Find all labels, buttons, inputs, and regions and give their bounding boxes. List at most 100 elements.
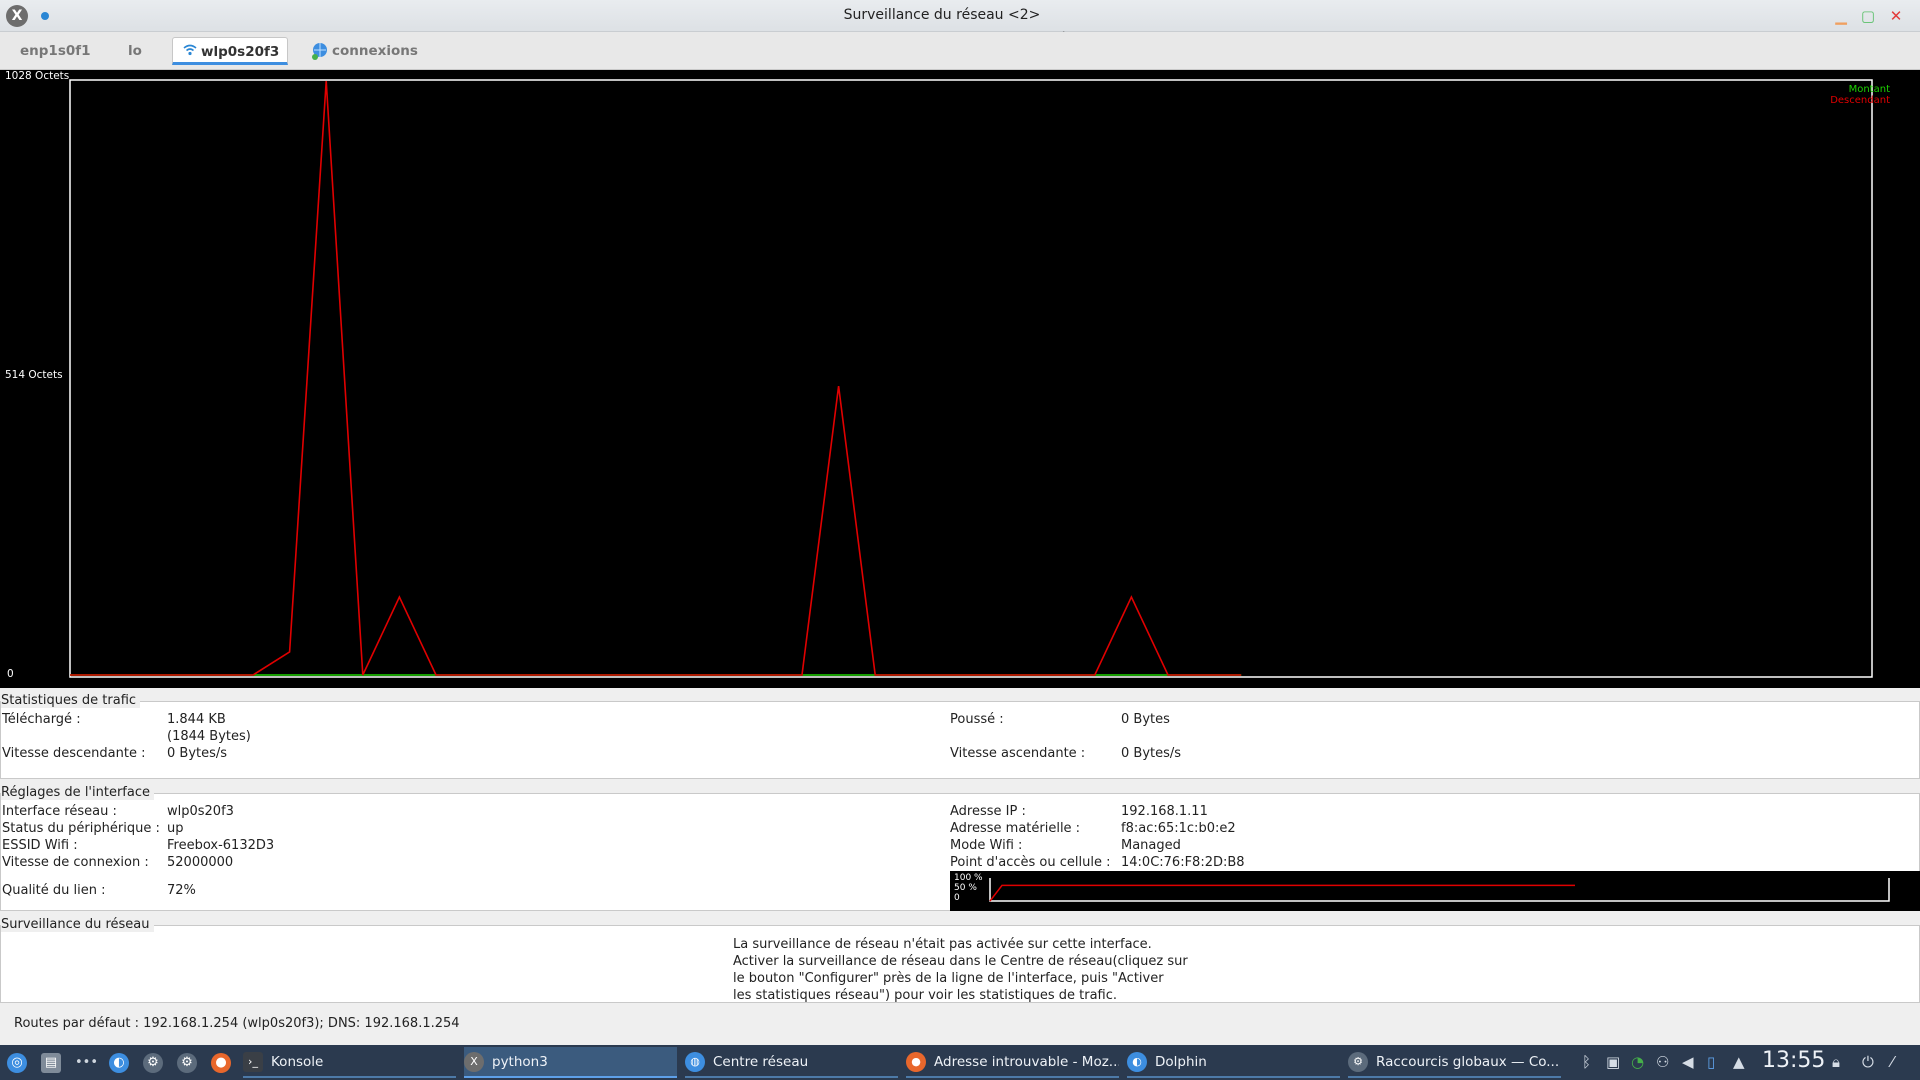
monitoring-line-2: Activer la surveillance de réseau dans l… (733, 954, 1188, 969)
wifi-mode-label: Mode Wifi : (950, 838, 1023, 853)
pushed-label: Poussé : (950, 712, 1004, 727)
monitoring-title: Surveillance du réseau (1, 917, 154, 932)
legend-up: Montant (1848, 84, 1890, 95)
tab-lo[interactable]: lo (118, 37, 152, 65)
mini-frame (989, 878, 1890, 902)
task-firefox[interactable]: ● Adresse introuvable - Moz... (906, 1047, 1119, 1078)
taskbar: ◎ ▤ ••• ◐ ⚙ ⚙ ● ›_ Konsole Xpython3 ◍ Cent… (0, 1045, 1920, 1080)
show-desktop-icon[interactable]: ⁄ (1891, 1053, 1894, 1071)
clock[interactable]: 13:55 (1762, 1048, 1825, 1073)
essid-value: Freebox-6132D3 (167, 838, 275, 853)
access-point-label: Point d'accès ou cellule : (950, 855, 1111, 870)
wifi-tray-icon[interactable]: ◔ (1631, 1053, 1644, 1071)
network-center-icon: ◍ (685, 1052, 705, 1072)
task-python3[interactable]: Xpython3 (464, 1047, 677, 1078)
firefox-icon: ● (906, 1052, 926, 1072)
y-tick-label-mid: 514 Octets (5, 369, 63, 381)
down-speed-label: Vitesse descendante : (2, 746, 146, 761)
link-speed-value: 52000000 (167, 855, 234, 870)
window-title: Surveillance du réseau <2> (843, 7, 1041, 23)
firefox-launcher-icon[interactable]: ● (211, 1053, 231, 1073)
bluetooth-icon[interactable]: ᛒ (1582, 1053, 1591, 1071)
settings-launcher-icon[interactable]: ⚙ (143, 1053, 163, 1073)
task-dolphin[interactable]: ◐ Dolphin (1127, 1047, 1340, 1078)
link-quality-line (989, 884, 1575, 902)
interface-tabs: enp1s0f1 lo wlp0s20f3 connexions (0, 32, 1920, 70)
tab-label: connexions (332, 43, 418, 59)
plot-frame (69, 79, 1873, 678)
more-icon[interactable]: ••• (75, 1053, 98, 1073)
downloaded-value: 1.844 KB (167, 712, 226, 727)
tab-wlp0s20f3[interactable]: wlp0s20f3 (172, 37, 288, 65)
device-status-label: Status du périphérique : (2, 821, 160, 836)
link-speed-label: Vitesse de connexion : (2, 855, 149, 870)
graph-legend: Montant Descendant (1830, 84, 1890, 106)
task-konsole[interactable]: ›_ Konsole (243, 1047, 456, 1078)
monitoring-line-3: le bouton "Configurer" près de la ligne … (733, 971, 1164, 986)
pushed-value: 0 Bytes (1121, 712, 1170, 727)
volume-icon[interactable]: ◀ (1682, 1053, 1694, 1071)
device-status-value: up (167, 821, 184, 836)
task-label: Raccourcis globaux — Co... (1376, 1054, 1560, 1070)
tab-connexions[interactable]: connexions (300, 37, 428, 65)
monitoring-message: La surveillance de réseau n'était pas ac… (733, 936, 1213, 1004)
tab-label: wlp0s20f3 (201, 44, 280, 60)
app-launcher-icon[interactable]: ◎ (7, 1053, 27, 1073)
file-manager-icon[interactable]: ▤ (41, 1053, 61, 1073)
iface-name-value: wlp0s20f3 (167, 804, 234, 819)
access-point-value: 14:0C:76:F8:2D:B8 (1121, 855, 1245, 870)
link-quality-value: 72% (167, 883, 196, 898)
lock-tray-icon[interactable]: ▣ (1606, 1053, 1620, 1071)
dolphin-launcher-icon[interactable]: ◐ (109, 1053, 129, 1073)
terminal-icon: ›_ (243, 1052, 263, 1072)
ip-label: Adresse IP : (950, 804, 1026, 819)
task-label: Konsole (271, 1054, 324, 1070)
task-label: python3 (492, 1054, 548, 1070)
power-icon[interactable]: ⏻ (1862, 1053, 1874, 1071)
series-line-descendant (70, 80, 1242, 676)
traffic-stats-title: Statistiques de trafic (1, 693, 141, 708)
close-icon[interactable]: ✕ (1885, 5, 1907, 27)
down-speed-value: 0 Bytes/s (167, 746, 228, 761)
iface-name-label: Interface réseau : (2, 804, 117, 819)
network-tray-icon[interactable]: ⚇ (1656, 1053, 1669, 1071)
mac-value: f8:ac:65:1c:b0:e2 (1121, 821, 1236, 836)
y-tick-label-zero: 0 (7, 668, 14, 680)
link-quality-chart (989, 878, 1890, 902)
clipboard-icon[interactable]: ▯ (1707, 1053, 1715, 1071)
settings-icon: ⚙ (1348, 1052, 1368, 1072)
traffic-chart (69, 79, 1873, 678)
downloaded-label: Téléchargé : (2, 712, 81, 727)
interface-settings-title: Réglages de l'interface (1, 785, 154, 800)
tab-label: enp1s0f1 (20, 43, 91, 59)
system-settings-icon[interactable]: ⚙ (177, 1053, 197, 1073)
default-routes-status: Routes par défaut : 192.168.1.254 (wlp0s… (14, 1016, 460, 1031)
traffic-graph: 1028 Octets 514 Octets 0 Montant Descend… (0, 70, 1920, 688)
legend-down: Descendant (1830, 95, 1890, 106)
tab-enp1s0f1[interactable]: enp1s0f1 (10, 37, 101, 65)
monitoring-line-4: les statistiques réseau") pour voir les … (733, 988, 1118, 1003)
task-network-center[interactable]: ◍ Centre réseau (685, 1047, 898, 1078)
tab-label: lo (128, 43, 142, 59)
dolphin-icon: ◐ (1127, 1052, 1147, 1072)
link-quality-label: Qualité du lien : (2, 883, 106, 898)
essid-label: ESSID Wifi : (2, 838, 78, 853)
network-connections-icon (310, 41, 330, 61)
network-monitor-window: X Surveillance du réseau <2> ▁ ▢ ✕ enp1s… (0, 0, 1920, 1080)
wifi-mode-value: Managed (1121, 838, 1181, 853)
task-label: Adresse introuvable - Moz... (934, 1054, 1119, 1070)
up-speed-value: 0 Bytes/s (1121, 746, 1182, 761)
ip-value: 192.168.1.11 (1121, 804, 1208, 819)
title-bar: X Surveillance du réseau <2> ▁ ▢ ✕ (0, 0, 1920, 32)
minimize-icon[interactable]: ▁ (1830, 5, 1852, 27)
tray-expand-icon[interactable]: ▲ (1733, 1053, 1745, 1071)
lock-screen-icon[interactable]: 🔒︎ (1832, 1053, 1840, 1071)
task-label: Centre réseau (713, 1054, 809, 1070)
y-tick-label-max: 1028 Octets (5, 70, 70, 82)
link-quality-graph: 100 % 50 % 0 (950, 871, 1920, 911)
up-speed-label: Vitesse ascendante : (950, 746, 1086, 761)
wifi-icon (183, 38, 197, 66)
task-global-shortcuts[interactable]: ⚙ Raccourcis globaux — Co... (1348, 1047, 1561, 1078)
maximize-icon[interactable]: ▢ (1857, 5, 1879, 27)
downloaded-bytes: (1844 Bytes) (167, 729, 251, 744)
